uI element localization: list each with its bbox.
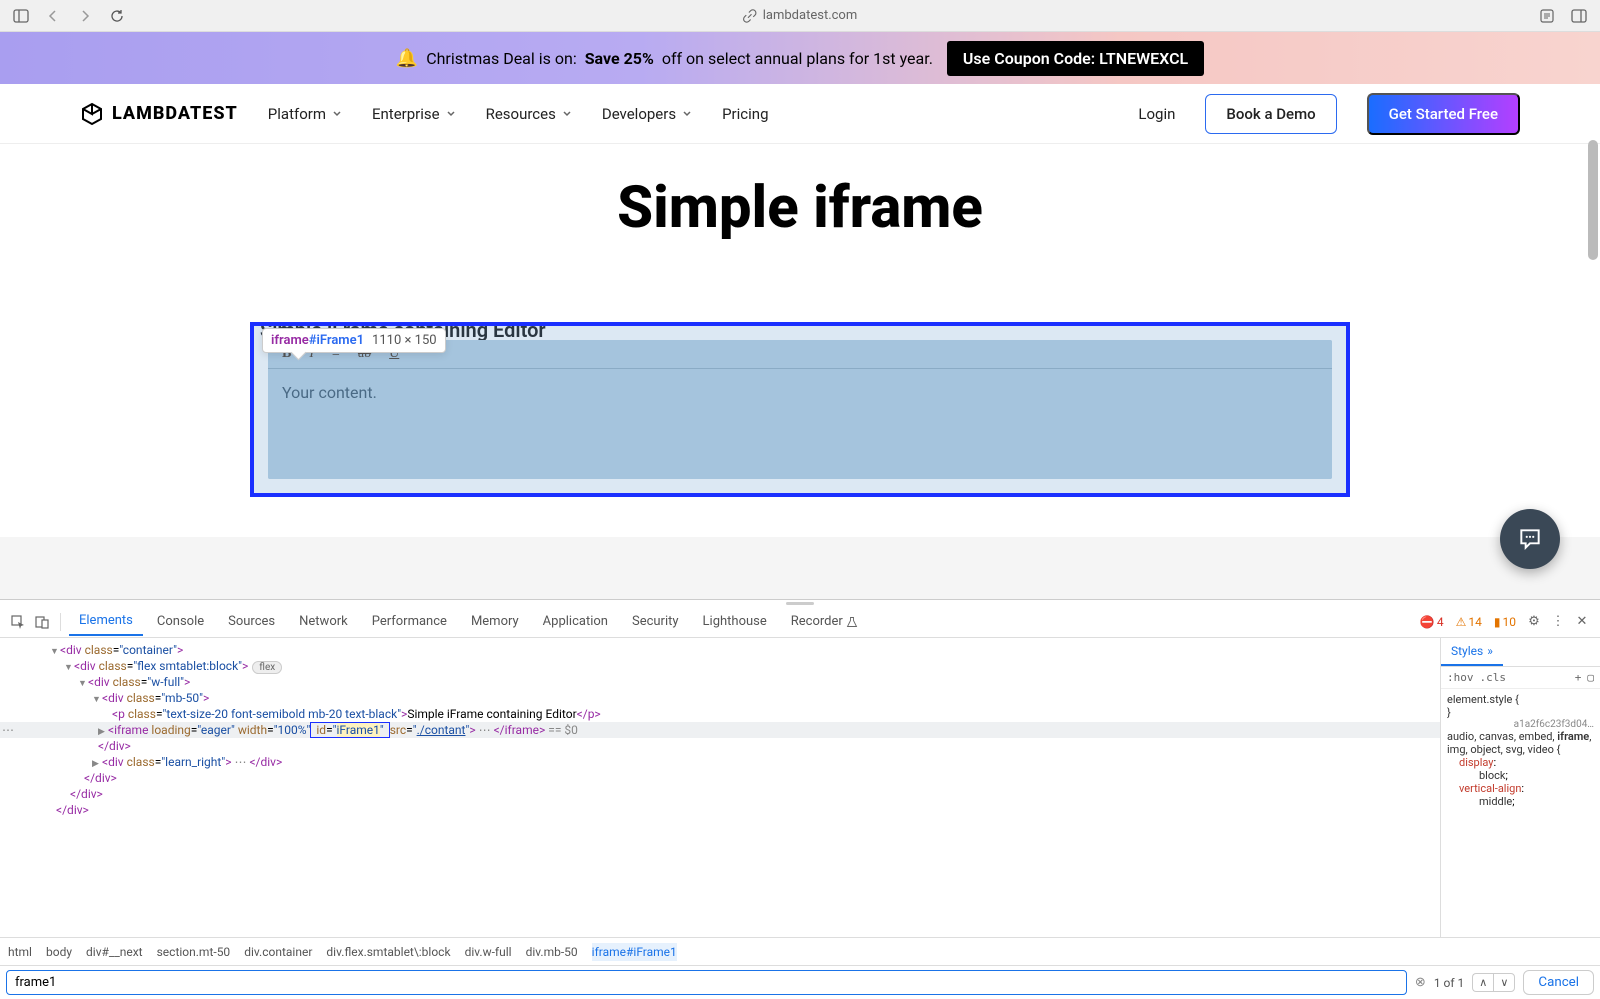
info-count[interactable]: ▮10 (1490, 615, 1520, 629)
scrollbar[interactable] (1588, 140, 1598, 260)
crumb-container[interactable]: div.container (244, 945, 312, 959)
tab-security[interactable]: Security (622, 608, 689, 635)
css-rules[interactable]: element.style { } a1a2f6c23f3d04… audio,… (1441, 689, 1600, 937)
chevron-down-icon (332, 109, 342, 119)
crumb-section[interactable]: section.mt-50 (157, 945, 231, 959)
sidebar-toggle-icon[interactable] (12, 7, 30, 25)
flask-icon (846, 616, 858, 628)
bell-icon: 🔔 (396, 48, 418, 69)
new-rule-icon[interactable]: + (1575, 671, 1582, 684)
nav-pricing[interactable]: Pricing (722, 105, 768, 123)
tab-application[interactable]: Application (533, 608, 618, 635)
main-nav: LAMBDATEST Platform Enterprise Resources… (0, 84, 1600, 144)
devtools-tabs: Elements Console Sources Network Perform… (0, 606, 1600, 638)
logo-text: LAMBDATEST (112, 103, 238, 124)
url-text: lambdatest.com (763, 8, 858, 23)
browser-toolbar: lambdatest.com (0, 0, 1600, 32)
cancel-button[interactable]: Cancel (1523, 970, 1594, 995)
dom-search-bar: ⊗ 1 of 1 ∧ ∨ Cancel (0, 965, 1600, 999)
chevron-down-icon (446, 109, 456, 119)
search-input[interactable] (6, 970, 1407, 995)
page-content: Simple iframe Simple iFrame containing E… (0, 144, 1600, 537)
crumb-wfull[interactable]: div.w-full (465, 945, 512, 959)
forward-icon[interactable] (76, 7, 94, 25)
crumb-mb50[interactable]: div.mb-50 (526, 945, 578, 959)
promo-bold: Save 25% (585, 49, 654, 68)
link-icon (743, 9, 757, 23)
tab-lighthouse[interactable]: Lighthouse (693, 608, 777, 635)
get-started-button[interactable]: Get Started Free (1367, 93, 1520, 135)
promo-banner: 🔔 Christmas Deal is on: Save 25% off on … (0, 32, 1600, 84)
book-demo-button[interactable]: Book a Demo (1205, 94, 1336, 134)
promo-post: off on select annual plans for 1st year. (662, 49, 933, 68)
crumb-html[interactable]: html (8, 945, 32, 959)
hov-toggle[interactable]: :hov (1447, 671, 1474, 684)
chat-button[interactable] (1500, 509, 1560, 569)
tab-performance[interactable]: Performance (362, 608, 457, 635)
promo-coupon[interactable]: Use Coupon Code: LTNEWEXCL (947, 41, 1204, 76)
chevron-down-icon (562, 109, 572, 119)
nav-resources[interactable]: Resources (486, 105, 572, 123)
chat-icon (1517, 526, 1543, 552)
error-count[interactable]: ⛔4 (1416, 615, 1448, 629)
search-prev-button[interactable]: ∧ (1472, 973, 1493, 992)
back-icon[interactable] (44, 7, 62, 25)
styles-tab[interactable]: Styles» (1441, 638, 1503, 666)
tab-sources[interactable]: Sources (218, 608, 285, 635)
close-icon[interactable]: ✕ (1572, 612, 1592, 632)
device-icon[interactable] (32, 612, 52, 632)
chevron-down-icon (682, 109, 692, 119)
tab-recorder[interactable]: Recorder (781, 608, 868, 635)
breadcrumb[interactable]: html body div#__next section.mt-50 div.c… (0, 937, 1600, 965)
crumb-flex[interactable]: div.flex.smtablet\:block (326, 945, 450, 959)
computed-icon[interactable]: ▢ (1587, 671, 1594, 684)
tab-elements[interactable]: Elements (69, 607, 143, 636)
crumb-body[interactable]: body (46, 945, 72, 959)
cls-toggle[interactable]: .cls (1480, 671, 1507, 684)
tab-console[interactable]: Console (147, 608, 214, 635)
editor-content[interactable]: Your content. (268, 369, 1332, 479)
logo[interactable]: LAMBDATEST (80, 102, 238, 126)
login-link[interactable]: Login (1138, 105, 1175, 123)
crumb-next[interactable]: div#__next (86, 945, 143, 959)
promo-pre: Christmas Deal is on: (426, 49, 577, 68)
page-title: Simple iframe (0, 174, 1600, 242)
clear-icon[interactable]: ⊗ (1415, 975, 1426, 990)
warning-count[interactable]: ⚠14 (1452, 615, 1486, 629)
panel-icon[interactable] (1570, 7, 1588, 25)
editor-iframe[interactable]: B I ≡ ab U Your content. (268, 340, 1332, 479)
more-icon[interactable]: ⋮ (1548, 612, 1568, 632)
search-next-button[interactable]: ∨ (1493, 973, 1515, 992)
reload-icon[interactable] (108, 7, 126, 25)
settings-icon[interactable]: ⚙ (1524, 612, 1544, 632)
dom-tree[interactable]: ▼<div class="container"> ▼<div class="fl… (0, 638, 1440, 937)
nav-developers[interactable]: Developers (602, 105, 692, 123)
search-count: 1 of 1 (1434, 976, 1464, 990)
tab-memory[interactable]: Memory (461, 608, 529, 635)
styles-panel: Styles» :hov .cls + ▢ element.style { } … (1440, 638, 1600, 937)
devtools-panel: Elements Console Sources Network Perform… (0, 599, 1600, 999)
nav-platform[interactable]: Platform (268, 105, 342, 123)
crumb-iframe[interactable]: iframe#iFrame1 (592, 943, 677, 961)
inspect-icon[interactable] (8, 612, 28, 632)
logo-icon (80, 102, 104, 126)
url-display[interactable]: lambdatest.com (743, 8, 858, 23)
tab-network[interactable]: Network (289, 608, 358, 635)
reader-icon[interactable] (1538, 7, 1556, 25)
inspect-tooltip: iframe#iFrame11110 × 150 (262, 328, 446, 353)
nav-enterprise[interactable]: Enterprise (372, 105, 456, 123)
